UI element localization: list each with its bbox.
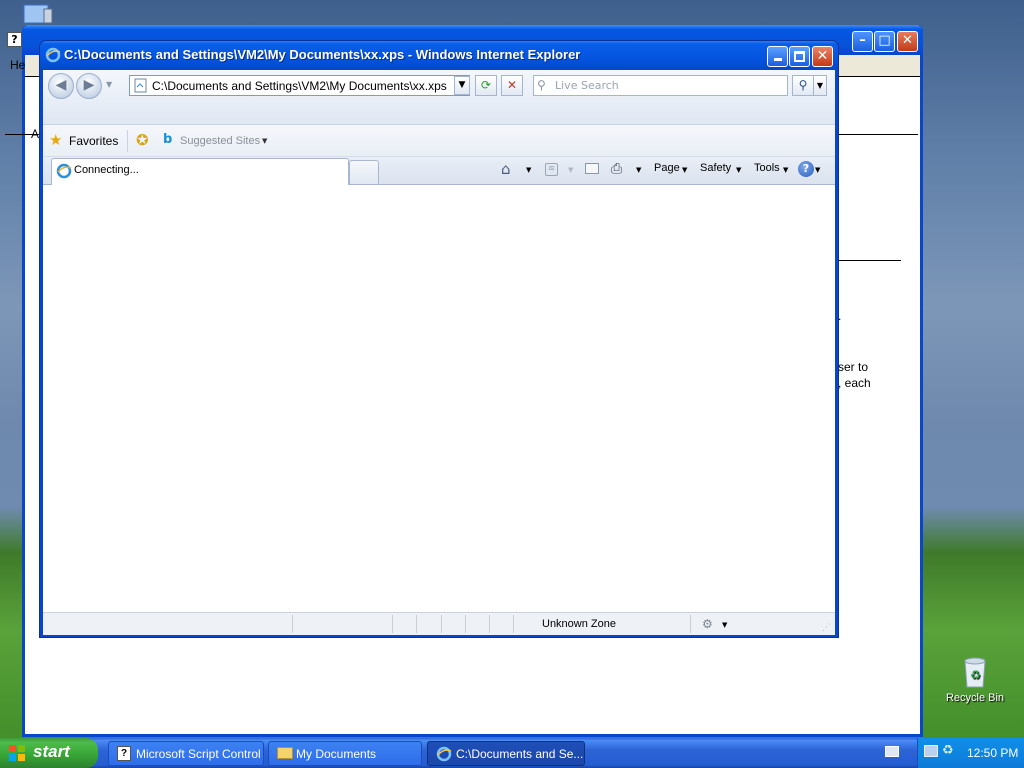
recycle-bin-icon: ♻	[964, 657, 986, 688]
ie-tab-icon	[56, 163, 72, 179]
ie-window-title: C:\Documents and Settings\VM2\My Documen…	[64, 47, 581, 62]
start-button[interactable]: start	[0, 738, 98, 768]
favorites-button[interactable]: Favorites	[69, 134, 118, 148]
safety-chevron-icon[interactable]: ▼	[736, 166, 741, 174]
search-engine-icon: ⚲	[537, 78, 546, 92]
status-bar	[43, 612, 835, 635]
add-favorite-star-icon[interactable]: ✪	[136, 131, 149, 149]
search-options-chevron-icon[interactable]: ▼	[813, 75, 827, 96]
bg-address-fragment: A	[31, 127, 40, 141]
desktop-computer-icon[interactable]	[22, 3, 54, 25]
windows-logo-icon	[8, 744, 26, 762]
page-menu[interactable]: Page	[654, 162, 680, 174]
minimize-button[interactable]	[767, 46, 788, 67]
ie-icon	[436, 746, 452, 762]
zoom-chevron-icon[interactable]: ▼	[722, 621, 727, 629]
resize-grip-icon[interactable]: ⋰	[822, 623, 831, 633]
bg-maximize-button[interactable]: □	[874, 31, 895, 52]
tab-label[interactable]: Connecting...	[74, 164, 139, 176]
svg-text:♻: ♻	[970, 668, 981, 682]
recycle-bin-label: Recycle Bin	[945, 692, 1005, 704]
status-separator	[392, 615, 393, 633]
taskbar-item-label: Microsoft Script Control	[136, 747, 261, 761]
mail-icon[interactable]	[585, 163, 599, 174]
maximize-button[interactable]	[789, 46, 810, 67]
search-icon[interactable]: ⚲	[792, 75, 814, 96]
suggested-sites-chevron-icon[interactable]: ▼	[262, 137, 267, 145]
taskbar-item-label: My Documents	[296, 747, 377, 761]
status-separator	[416, 615, 417, 633]
bing-icon: b	[163, 132, 173, 147]
search-placeholder[interactable]: Live Search	[555, 79, 619, 92]
new-tab-button[interactable]	[349, 160, 379, 184]
help-icon[interactable]: ?	[798, 161, 814, 177]
taskbar-item-script-control[interactable]: ? Microsoft Script Control	[108, 741, 264, 766]
start-label: start	[33, 742, 70, 761]
page-chevron-icon[interactable]: ▼	[682, 166, 687, 174]
back-icon[interactable]: ◀	[48, 73, 74, 99]
feeds-chevron-icon[interactable]: ▼	[568, 166, 573, 174]
stop-icon[interactable]: ✕	[501, 75, 523, 96]
status-separator	[489, 615, 490, 633]
security-zone-label: Unknown Zone	[542, 618, 616, 630]
ie-icon	[45, 47, 61, 63]
refresh-icon[interactable]: ⟳	[475, 75, 497, 96]
forward-icon[interactable]: ▶	[76, 73, 102, 99]
safely-remove-icon[interactable]: ♻	[942, 743, 954, 758]
taskbar-item-my-documents[interactable]: My Documents	[268, 741, 422, 766]
help-doc-icon: ?	[117, 746, 131, 761]
folder-icon	[277, 747, 293, 759]
tools-chevron-icon[interactable]: ▼	[783, 166, 788, 174]
help-chevron-icon[interactable]: ▼	[815, 166, 820, 174]
recycle-bin[interactable]: ♻ Recycle Bin	[944, 655, 1006, 704]
taskbar-item-label: C:\Documents and Se...	[456, 747, 584, 761]
print-chevron-icon[interactable]: ▼	[636, 166, 641, 174]
tools-menu[interactable]: Tools	[754, 162, 780, 174]
address-text[interactable]: C:\Documents and Settings\VM2\My Documen…	[152, 79, 447, 93]
feeds-icon[interactable]: ≋	[545, 163, 558, 176]
status-separator	[513, 615, 514, 633]
favorites-bar	[43, 125, 835, 157]
suggested-sites-link[interactable]: Suggested Sites	[180, 135, 260, 147]
home-icon[interactable]: ⌂	[501, 160, 511, 178]
bg-close-button[interactable]: ✕	[897, 31, 918, 52]
protected-mode-icon[interactable]: ⚙	[702, 617, 713, 631]
page-icon	[133, 78, 148, 93]
bg-text-line: , each	[838, 376, 871, 390]
star-icon: ★	[49, 131, 63, 149]
recent-pages-chevron-icon[interactable]: ▼	[106, 80, 112, 89]
status-separator	[292, 615, 293, 633]
help-doc-icon: ?	[7, 32, 22, 47]
bg-rule	[838, 260, 901, 261]
bg-menu-fragment[interactable]: He	[10, 58, 25, 72]
favbar-separator	[127, 130, 128, 152]
home-chevron-icon[interactable]: ▼	[526, 166, 531, 174]
status-separator	[690, 615, 691, 633]
safety-menu[interactable]: Safety	[700, 162, 731, 174]
close-button[interactable]: ✕	[812, 46, 833, 67]
bg-minimize-button[interactable]: –	[852, 31, 873, 52]
clock[interactable]: 12:50 PM	[967, 746, 1018, 760]
print-icon[interactable]: ⎙	[611, 161, 622, 177]
status-separator	[465, 615, 466, 633]
bg-text-line: ser to	[838, 360, 869, 374]
network-icon[interactable]	[924, 745, 938, 757]
status-separator	[441, 615, 442, 633]
address-dropdown-icon[interactable]: ▼	[454, 76, 470, 95]
keyboard-icon[interactable]	[885, 746, 899, 757]
taskbar-item-ie[interactable]: C:\Documents and Se...	[427, 741, 585, 766]
